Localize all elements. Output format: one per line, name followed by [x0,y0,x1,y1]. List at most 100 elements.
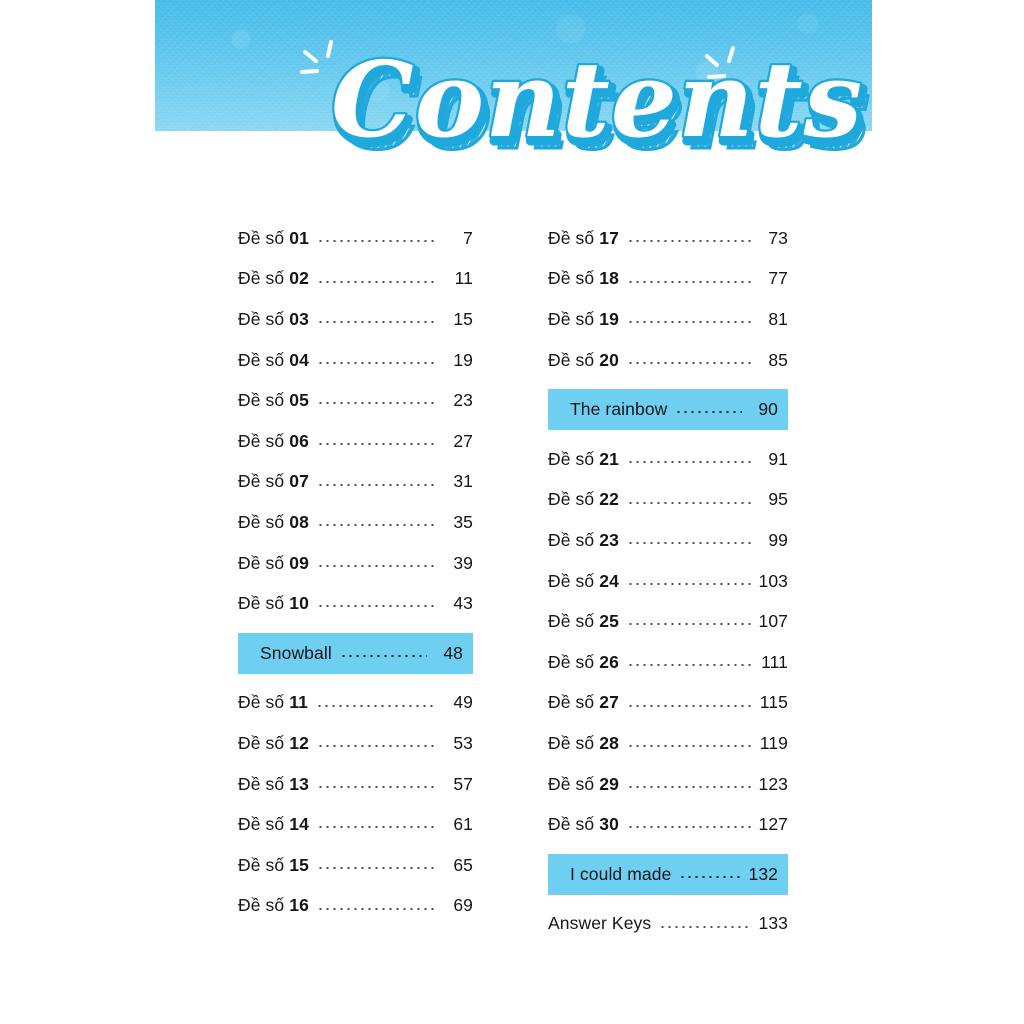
toc-leader-dots [317,230,437,248]
toc-leader-dots [627,311,752,329]
toc-row-label-number: 20 [599,349,620,370]
toc-leader-dots [317,595,437,613]
toc-row-label-prefix: Đề số [238,471,285,492]
toc-row-label: Đề số 08 [238,512,309,533]
toc-leader-dots [316,694,437,712]
toc-row[interactable]: Đề số 20 85 [548,340,788,381]
toc-page-number: 73 [768,227,788,248]
toc-page-number: 49 [453,692,473,713]
toc-row[interactable]: Đề số 04 19 [238,340,473,381]
toc-row-label: Đề số 27 [548,692,619,713]
toc-row-label-number: 18 [599,268,620,289]
toc-row-label: Đề số 17 [548,228,619,249]
toc-column-left: Đề số 01 7 Đề số 02 11 Đề số 03 15 Đề số 04 19 Đ… [238,218,473,926]
toc-page-number: 119 [759,732,788,753]
toc-row[interactable]: Đề số 07 31 [238,462,473,503]
toc-row-label-prefix: Đề số [238,773,285,794]
toc-row[interactable]: Answer Keys 133 [548,904,788,945]
toc-row[interactable]: Đề số 09 39 [238,543,473,584]
toc-leader-dots [627,653,752,671]
toc-row-label-prefix: Đề số [238,511,285,532]
toc-page-number: 23 [453,390,473,411]
toc-row-label: Đề số 19 [548,309,619,330]
toc-leader-dots [675,401,742,419]
toc-row[interactable]: Đề số 17 73 [548,218,788,259]
banner-texture-blotches [155,0,872,131]
toc-row[interactable]: Đề số 16 69 [238,886,473,927]
toc-row-label: Đề số 10 [238,593,309,614]
toc-leader-dots [317,775,437,793]
toc-row[interactable]: Đề số 30 127 [548,804,788,845]
toc-section-row[interactable]: The rainbow 90 [548,389,788,430]
toc-row[interactable]: Đề số 01 7 [238,218,473,259]
toc-leader-dots [627,572,752,590]
toc-row[interactable]: Đề số 13 57 [238,764,473,805]
toc-page-number: 69 [453,895,473,916]
toc-page-number: 90 [758,399,778,420]
toc-row-label-prefix: Đề số [548,489,595,510]
toc-leader-dots [627,230,752,248]
toc-row[interactable]: Đề số 08 35 [238,502,473,543]
toc-leader-dots [317,392,437,410]
toc-row-label-prefix: Đề số [548,814,595,835]
toc-row[interactable]: Đề số 19 81 [548,299,788,340]
toc-page-number: 43 [453,593,473,614]
toc-row[interactable]: Đề số 10 43 [238,583,473,624]
toc-row-label-prefix: Đề số [238,308,285,329]
toc-row-label-number: 15 [289,854,310,875]
toc-leader-dots [627,351,752,369]
toc-page-number: 35 [453,511,473,532]
toc-row-label: Đề số 23 [548,530,619,551]
toc-row[interactable]: Đề số 12 53 [238,723,473,764]
toc-page-number: 133 [758,913,788,934]
toc-row-label-number: 05 [289,390,310,411]
toc-leader-dots [317,856,437,874]
toc-row-label-number: 17 [599,227,620,248]
toc-page-number: 103 [758,570,788,591]
toc-row-label-number: 24 [599,570,620,591]
toc-row-label: Đề số 29 [548,774,619,795]
toc-row-label: Snowball [260,642,332,663]
toc-row[interactable]: Đề số 29 123 [548,764,788,805]
toc-row-label: Đề số 30 [548,814,619,835]
toc-row[interactable]: Đề số 11 49 [238,683,473,724]
toc-row[interactable]: Đề số 21 91 [548,439,788,480]
toc-row[interactable]: Đề số 06 27 [238,421,473,462]
toc-section-row[interactable]: I could made 132 [548,853,788,895]
toc-row-label-prefix: Đề số [548,773,595,794]
toc-row-label-number: 22 [599,489,620,510]
toc-row-label: Đề số 09 [238,553,309,574]
toc-row[interactable]: Đề số 27 115 [548,683,788,724]
toc-row[interactable]: Đề số 03 15 [238,299,473,340]
toc-row[interactable]: Đề số 25 107 [548,601,788,642]
toc-row-label-number: 06 [289,430,310,451]
toc-leader-dots [627,735,752,753]
toc-page-number: 91 [768,448,788,469]
toc-page-number: 107 [758,611,788,632]
toc-row[interactable]: Đề số 24 103 [548,561,788,602]
toc-row-label-number: 23 [599,529,620,550]
toc-leader-dots [317,351,437,369]
toc-row[interactable]: Đề số 18 77 [548,259,788,300]
toc-row-label: Đề số 06 [238,431,309,452]
toc-row[interactable]: Đề số 26 111 [548,642,788,683]
toc-row[interactable]: Đề số 28 119 [548,723,788,764]
toc-row[interactable]: Đề số 02 11 [238,259,473,300]
toc-leader-dots [627,532,752,550]
toc-row[interactable]: Đề số 15 65 [238,845,473,886]
toc-row[interactable]: Đề số 22 95 [548,480,788,521]
toc-row-label-prefix: Đề số [548,732,595,753]
toc-row[interactable]: Đề số 05 23 [238,380,473,421]
toc-row-label-number: 14 [289,814,310,835]
toc-section-row[interactable]: Snowball 48 [238,632,473,674]
toc-row[interactable]: Đề số 14 61 [238,804,473,845]
toc-row[interactable]: Đề số 23 99 [548,520,788,561]
toc-page-number: 123 [758,773,788,794]
toc-row-label: Đề số 16 [238,895,309,916]
toc-row-label: Đề số 11 [238,692,308,713]
toc-leader-dots [627,491,752,509]
toc-row-label-prefix: Đề số [238,227,285,248]
toc-row-label: Đề số 12 [238,733,309,754]
toc-row-label-prefix: Đề số [548,308,595,329]
toc-row-label: Đề số 14 [238,814,309,835]
